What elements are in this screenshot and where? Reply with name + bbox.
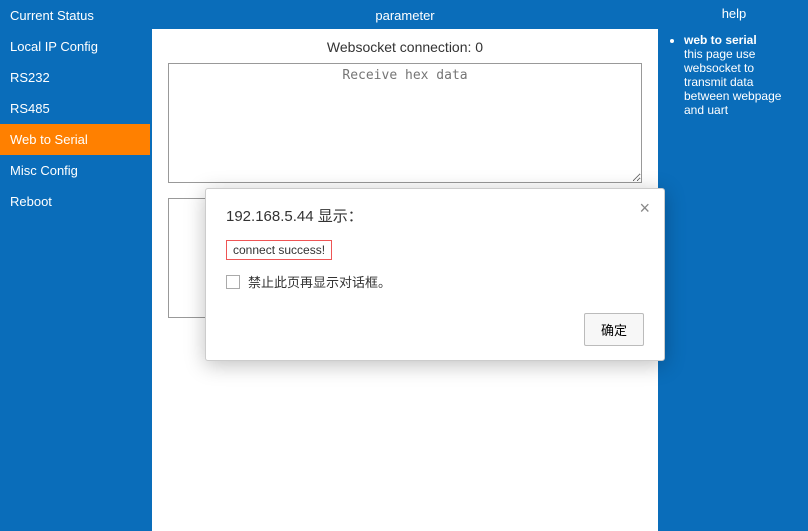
receive-hex-textarea[interactable] (168, 63, 642, 183)
help-title: web to serial (684, 33, 757, 47)
sidebar: Current Status Local IP Config RS232 RS4… (0, 0, 150, 531)
help-header: help (660, 0, 808, 27)
alert-dialog: × 192.168.5.44 显示： connect success! 禁止此页… (205, 188, 665, 361)
help-panel: help web to serial this page use websock… (660, 0, 808, 531)
sidebar-item-rs485[interactable]: RS485 (0, 93, 150, 124)
sidebar-item-web-to-serial[interactable]: Web to Serial (0, 124, 150, 155)
dialog-suppress-row[interactable]: 禁止此页再显示对话框。 (226, 272, 644, 291)
ok-button[interactable]: 确定 (584, 313, 644, 346)
help-body: web to serial this page use websocket to… (660, 27, 808, 123)
sidebar-item-misc-config[interactable]: Misc Config (0, 155, 150, 186)
dialog-title: 192.168.5.44 显示： (226, 205, 644, 226)
sidebar-item-local-ip-config[interactable]: Local IP Config (0, 31, 150, 62)
main-header: parameter (150, 2, 660, 29)
sidebar-item-rs232[interactable]: RS232 (0, 62, 150, 93)
sidebar-item-current-status[interactable]: Current Status (0, 0, 150, 31)
help-text: this page use websocket to transmit data… (684, 47, 781, 117)
dialog-suppress-label: 禁止此页再显示对话框。 (248, 272, 391, 291)
dialog-suppress-checkbox[interactable] (226, 275, 240, 289)
close-icon[interactable]: × (639, 199, 650, 217)
dialog-message: connect success! (226, 240, 332, 260)
websocket-connection-label: Websocket connection: 0 (168, 39, 642, 55)
sidebar-item-reboot[interactable]: Reboot (0, 186, 150, 217)
